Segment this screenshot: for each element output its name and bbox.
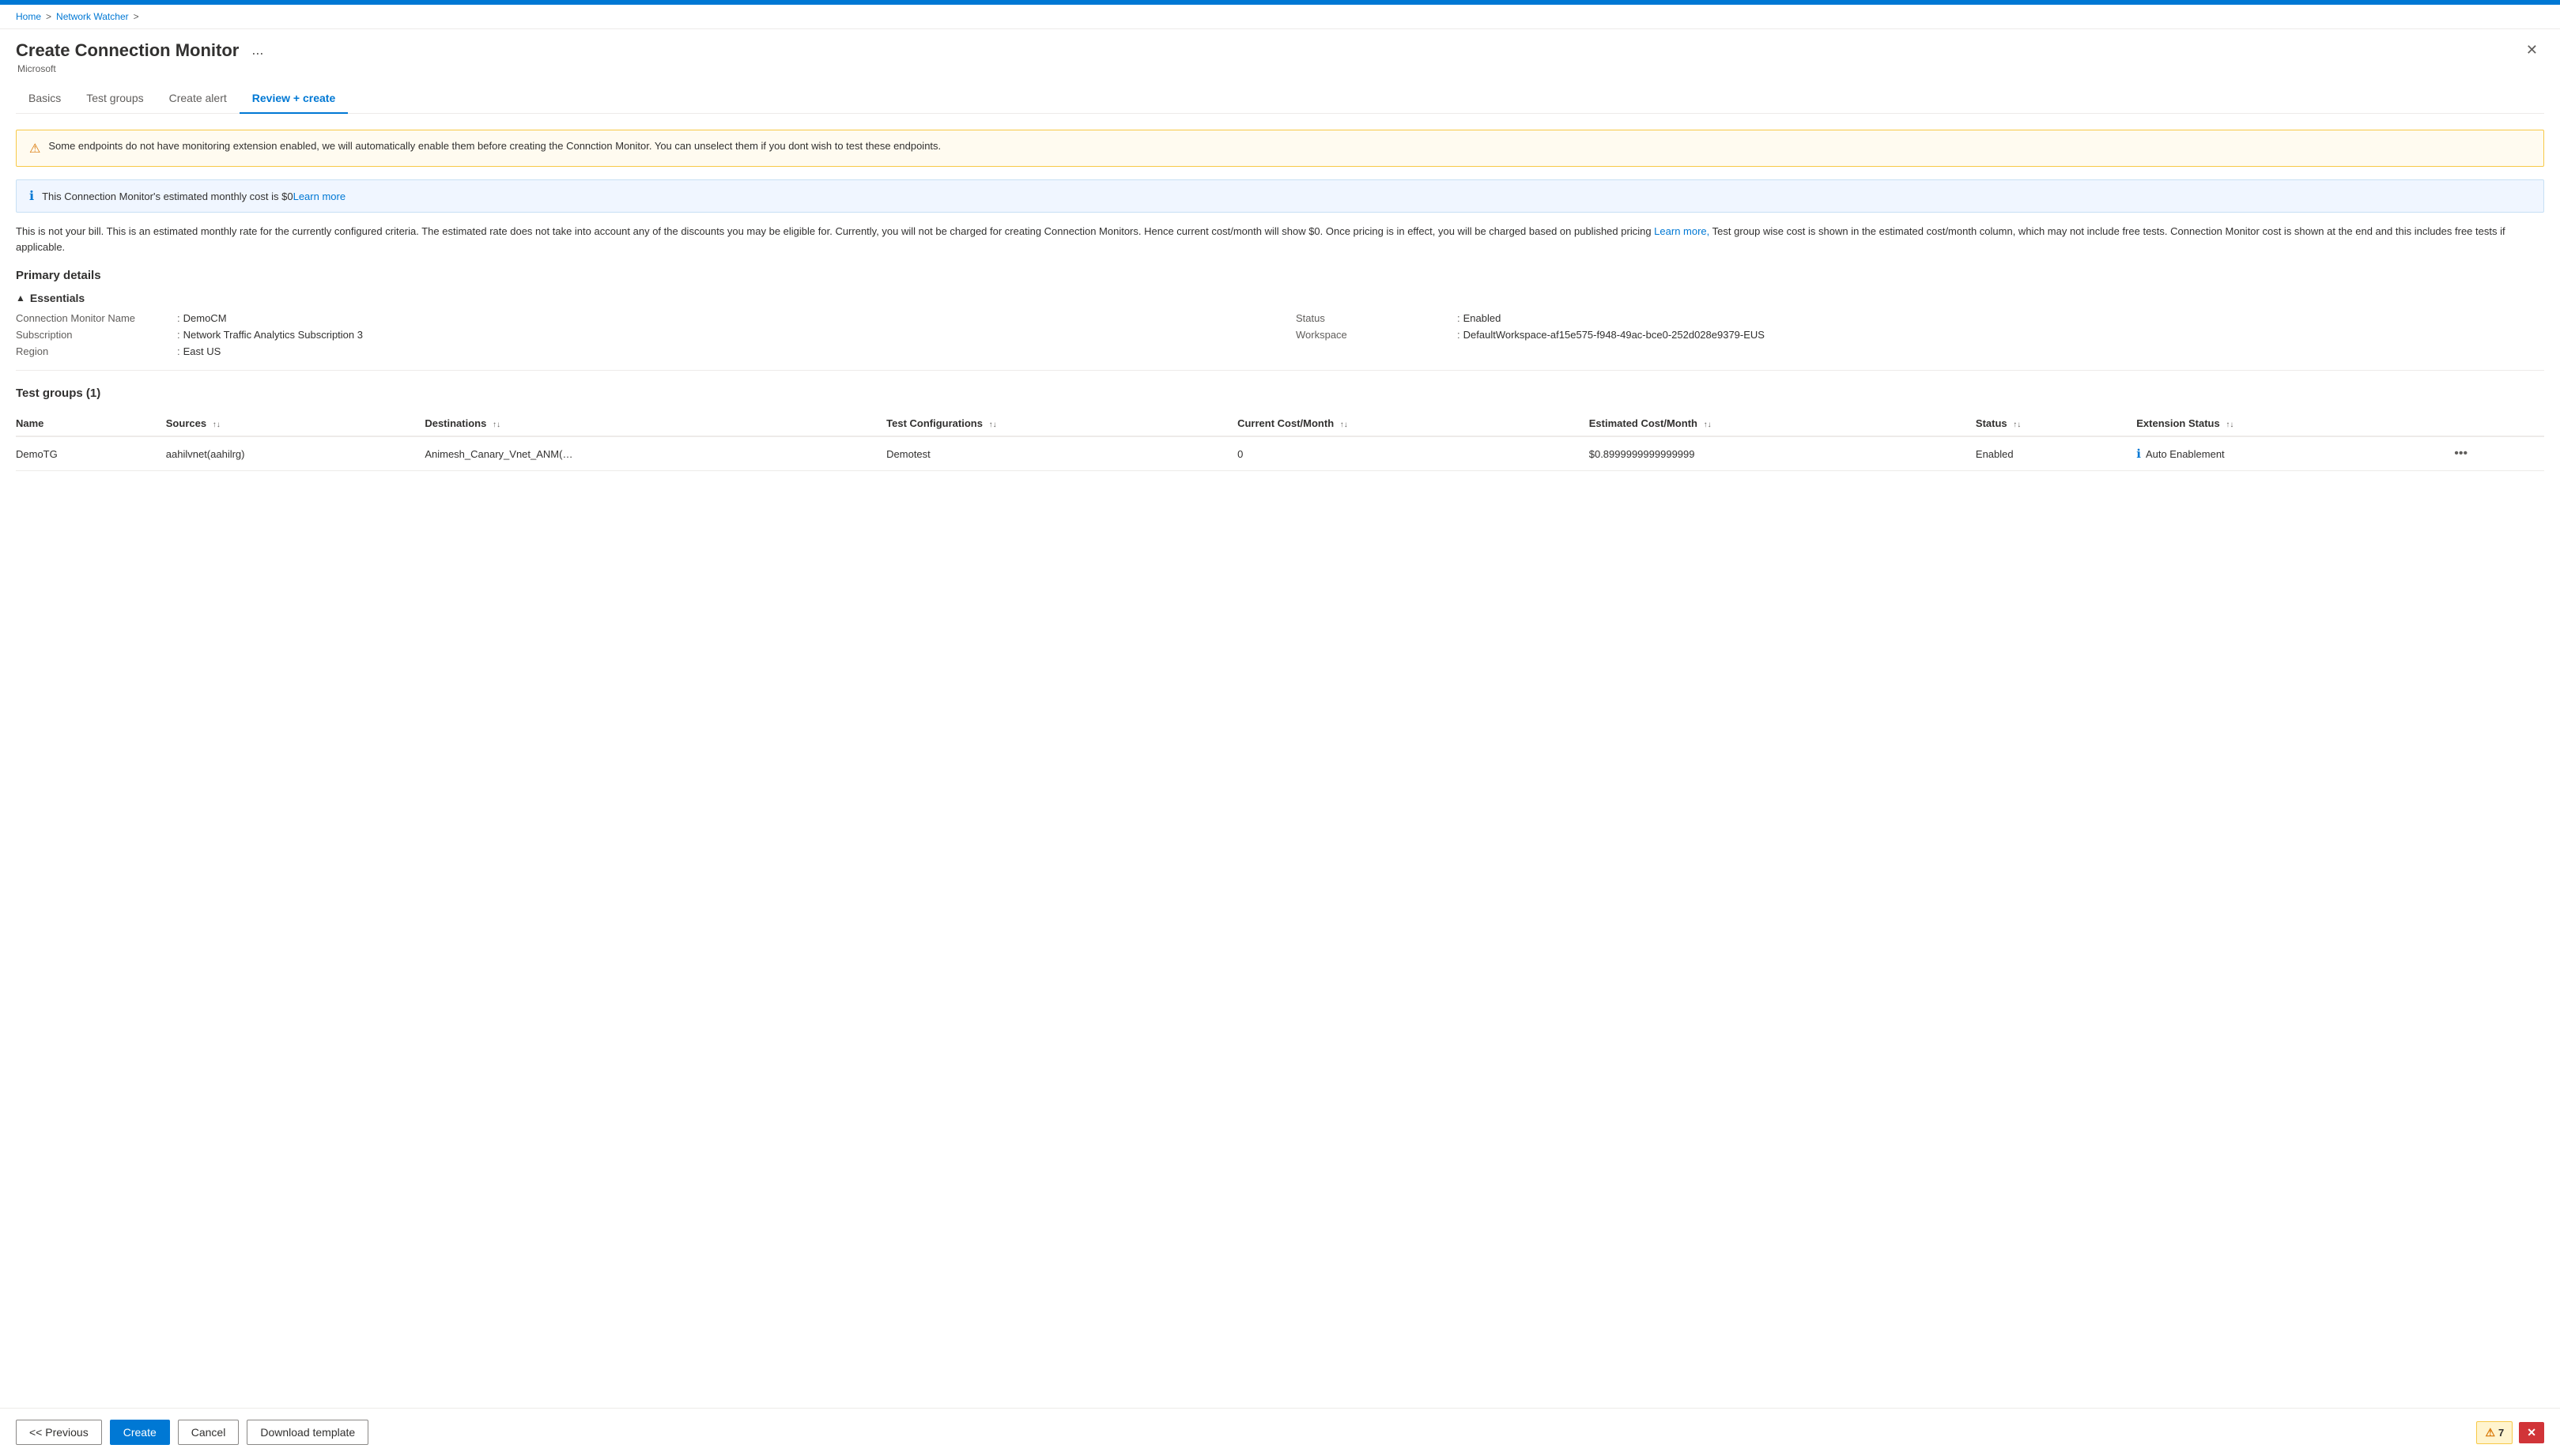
essentials-value-region: East US [183, 345, 221, 357]
info-banner: ℹ This Connection Monitor's estimated mo… [16, 179, 2544, 213]
essentials-header[interactable]: ▲ Essentials [16, 292, 2544, 304]
tabs: Basics Test groups Create alert Review +… [16, 85, 2544, 114]
tab-create-alert[interactable]: Create alert [157, 85, 240, 114]
col-header-currentcost[interactable]: Current Cost/Month ↑↓ [1237, 411, 1589, 436]
sort-icon-estimatedcost: ↑↓ [1704, 421, 1712, 429]
col-header-sources[interactable]: Sources ↑↓ [166, 411, 425, 436]
cell-currentcost: 0 [1237, 436, 1589, 471]
sort-icon-extensionstatus: ↑↓ [2226, 421, 2233, 429]
breadcrumb-home[interactable]: Home [16, 11, 41, 22]
info-icon: ℹ [29, 188, 34, 204]
col-header-actions [2449, 411, 2544, 436]
warning-notification[interactable]: ⚠ 7 [2476, 1421, 2513, 1444]
close-button[interactable]: ✕ [2520, 39, 2544, 62]
essentials-row-name: Connection Monitor Name : DemoCM [16, 312, 1264, 324]
essentials-value-name: DemoCM [183, 312, 227, 324]
essentials-value-status: Enabled [1463, 312, 1501, 324]
download-template-button[interactable]: Download template [247, 1420, 368, 1445]
essentials-label-subscription: Subscription [16, 329, 174, 341]
learn-more-link-2[interactable]: Learn more, [1654, 225, 1709, 237]
essentials-label-workspace: Workspace [1296, 329, 1454, 341]
create-button[interactable]: Create [110, 1420, 170, 1445]
essentials-value-workspace: DefaultWorkspace-af15e575-f948-49ac-bce0… [1463, 329, 1765, 341]
cell-status: Enabled [1976, 436, 2136, 471]
essentials-value-subscription: Network Traffic Analytics Subscription 3 [183, 329, 363, 341]
previous-button[interactable]: << Previous [16, 1420, 102, 1445]
tab-test-groups[interactable]: Test groups [74, 85, 156, 114]
warning-notif-count: 7 [2498, 1427, 2504, 1439]
sort-icon-destinations: ↑↓ [493, 421, 500, 429]
essentials-row-subscription: Subscription : Network Traffic Analytics… [16, 329, 1264, 341]
primary-details-heading: Primary details [16, 269, 2544, 282]
col-header-estimatedcost[interactable]: Estimated Cost/Month ↑↓ [1589, 411, 1976, 436]
auto-enable-label: Auto Enablement [2146, 448, 2225, 460]
page-title: Create Connection Monitor [16, 40, 239, 61]
test-groups-table: Name Sources ↑↓ Destinations ↑↓ Test Con… [16, 411, 2544, 471]
cell-name: DemoTG [16, 436, 166, 471]
essentials-row-workspace: Workspace : DefaultWorkspace-af15e575-f9… [1296, 329, 2544, 341]
learn-more-link-1[interactable]: Learn more [293, 190, 345, 202]
content-area: ⚠ Some endpoints do not have monitoring … [0, 114, 2560, 1408]
breadcrumb: Home > Network Watcher > [0, 5, 2560, 29]
sort-icon-currentcost: ↑↓ [1340, 421, 1348, 429]
breadcrumb-sep2: > [134, 11, 139, 22]
table-header-row: Name Sources ↑↓ Destinations ↑↓ Test Con… [16, 411, 2544, 436]
description-text: This is not your bill. This is an estima… [16, 224, 2544, 255]
cell-row-actions: ••• [2449, 436, 2544, 471]
warning-notif-icon: ⚠ [2485, 1426, 2495, 1439]
footer: << Previous Create Cancel Download templ… [0, 1408, 2560, 1456]
breadcrumb-network-watcher[interactable]: Network Watcher [56, 11, 129, 22]
col-header-extensionstatus[interactable]: Extension Status ↑↓ [2136, 411, 2449, 436]
auto-enable-info-icon: ℹ [2136, 447, 2141, 461]
col-header-destinations[interactable]: Destinations ↑↓ [425, 411, 886, 436]
warning-text: Some endpoints do not have monitoring ex… [48, 140, 941, 152]
essentials-row-status: Status : Enabled [1296, 312, 2544, 324]
cancel-button[interactable]: Cancel [178, 1420, 240, 1445]
sort-icon-testconfigs: ↑↓ [989, 421, 997, 429]
cell-sources: aahilvnet(aahilrg) [166, 436, 425, 471]
breadcrumb-sep1: > [46, 11, 51, 22]
footer-notifications: ⚠ 7 ✕ [2476, 1421, 2544, 1444]
subtitle: Microsoft [17, 63, 2544, 74]
essentials-label: Essentials [30, 292, 85, 304]
warning-banner: ⚠ Some endpoints do not have monitoring … [16, 130, 2544, 167]
table-row: DemoTG aahilvnet(aahilrg) Animesh_Canary… [16, 436, 2544, 471]
sort-icon-status: ↑↓ [2013, 421, 2021, 429]
col-header-status[interactable]: Status ↑↓ [1976, 411, 2136, 436]
essentials-label-name: Connection Monitor Name [16, 312, 174, 324]
col-header-testconfigs[interactable]: Test Configurations ↑↓ [886, 411, 1237, 436]
main-header: Create Connection Monitor ... ✕ Microsof… [0, 29, 2560, 114]
row-actions-button[interactable]: ••• [2449, 445, 2472, 462]
info-text: This Connection Monitor's estimated mont… [42, 190, 345, 202]
cell-estimatedcost: $0.8999999999999999 [1589, 436, 1976, 471]
essentials-label-region: Region [16, 345, 174, 357]
tab-review-create[interactable]: Review + create [240, 85, 348, 114]
test-groups-heading: Test groups (1) [16, 387, 2544, 400]
essentials-grid: Connection Monitor Name : DemoCM Status … [16, 312, 2544, 371]
col-header-name[interactable]: Name [16, 411, 166, 436]
cell-testconfigs: Demotest [886, 436, 1237, 471]
warning-icon: ⚠ [29, 141, 40, 157]
ellipsis-button[interactable]: ... [247, 40, 268, 60]
sort-icon-sources: ↑↓ [213, 421, 221, 429]
chevron-up-icon: ▲ [16, 292, 25, 304]
cell-extensionstatus: ℹ Auto Enablement [2136, 436, 2449, 471]
essentials-row-region: Region : East US [16, 345, 1264, 357]
error-close-icon: ✕ [2527, 1426, 2536, 1439]
cell-destinations: Animesh_Canary_Vnet_ANM(… [425, 436, 886, 471]
error-notification[interactable]: ✕ [2519, 1422, 2544, 1443]
tab-basics[interactable]: Basics [16, 85, 74, 114]
essentials-label-status: Status [1296, 312, 1454, 324]
